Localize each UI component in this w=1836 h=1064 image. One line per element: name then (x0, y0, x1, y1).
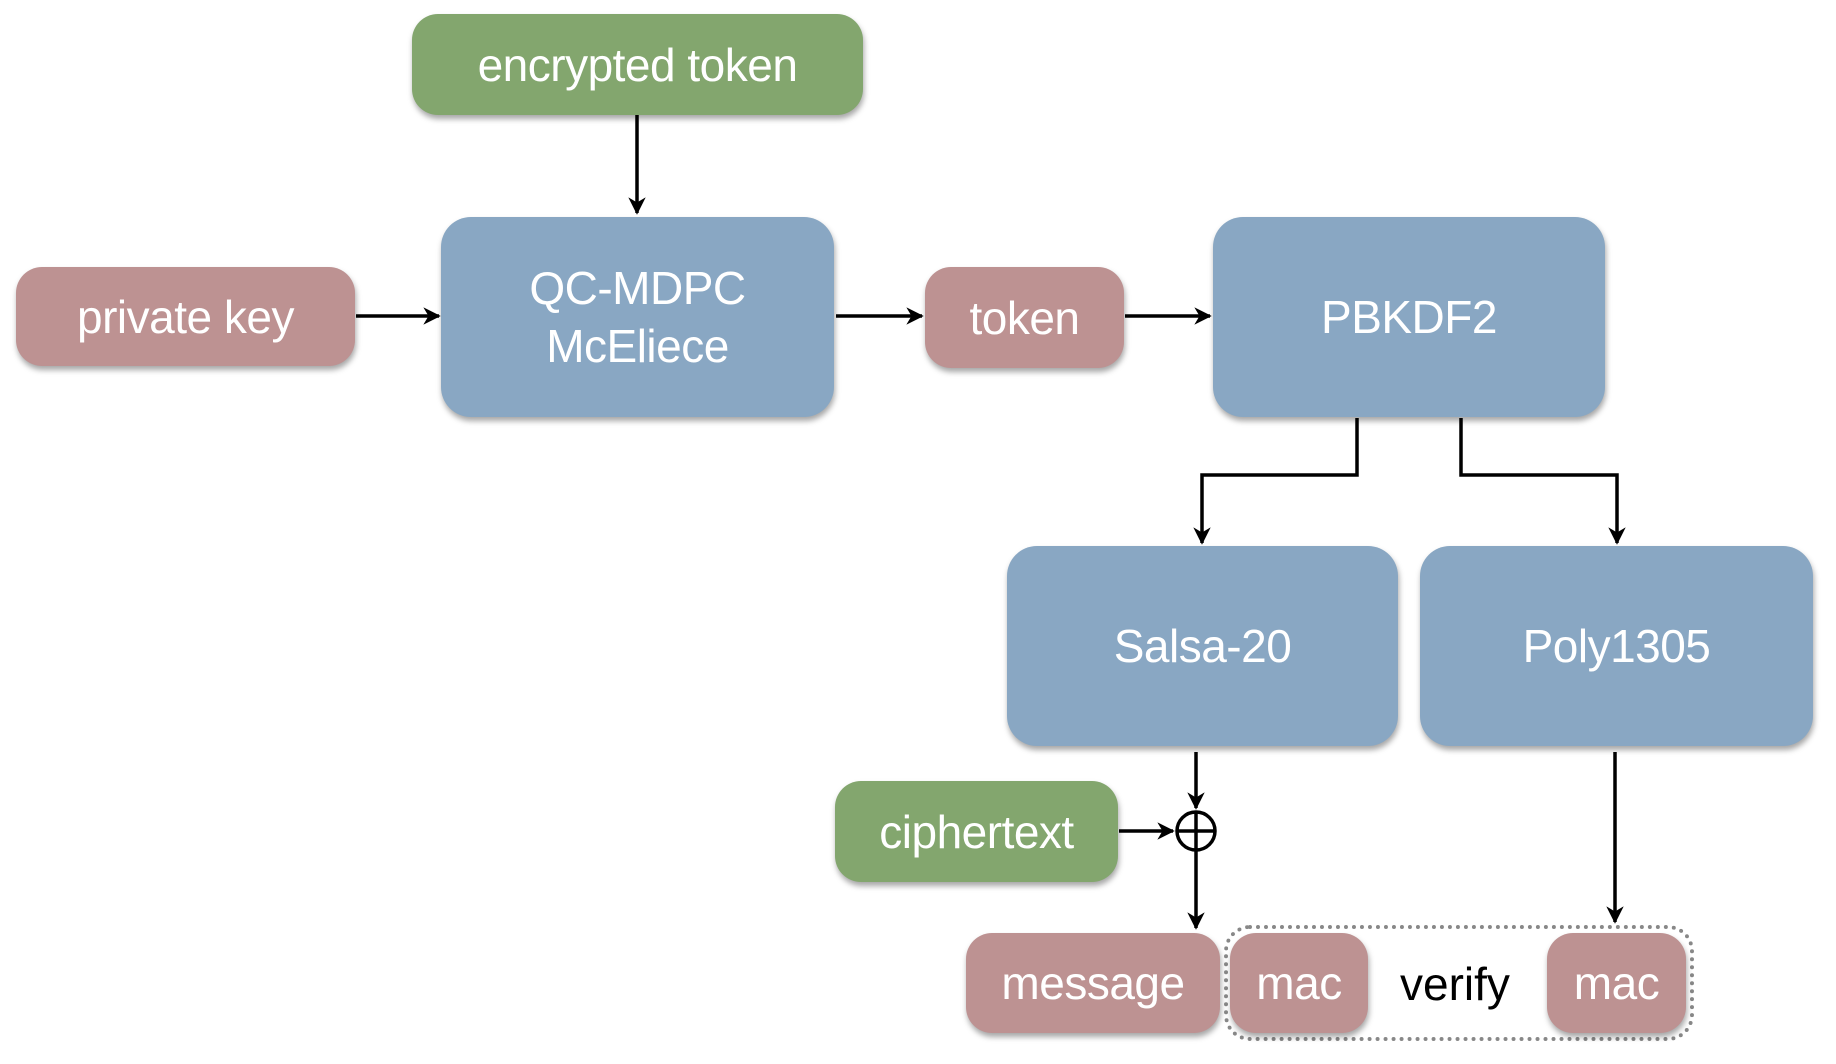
token-label: token (969, 291, 1080, 344)
poly1305-label: Poly1305 (1522, 620, 1711, 672)
message-label: message (1001, 957, 1185, 1009)
encrypted-token-node: encrypted token (412, 14, 863, 115)
pbkdf2-label: PBKDF2 (1321, 291, 1497, 343)
ciphertext-label: ciphertext (879, 805, 1074, 858)
poly1305-node: Poly1305 (1420, 546, 1813, 746)
private-key-label: private key (77, 290, 294, 343)
salsa20-label: Salsa-20 (1113, 620, 1292, 672)
mac-right-label: mac (1573, 957, 1660, 1009)
private-key-node: private key (16, 267, 355, 366)
token-node: token (925, 267, 1124, 368)
message-node: message (966, 933, 1220, 1033)
ciphertext-node: ciphertext (835, 781, 1118, 882)
qc-mdpc-label: QC-MDPC (529, 262, 746, 314)
edge-pbkdf2-to-poly1305 (1459, 418, 1626, 545)
mceliece-label: McEliece (546, 320, 729, 372)
mac-right-node: mac (1547, 933, 1686, 1033)
xor-operator (1175, 810, 1217, 852)
mac-left-label: mac (1256, 957, 1342, 1009)
mac-left-node: mac (1230, 933, 1368, 1033)
edge-pbkdf2-to-salsa20 (1193, 418, 1359, 545)
qc-mdpc-mceliece-node: QC-MDPC McEliece (441, 217, 834, 417)
edges-layer (356, 115, 1626, 930)
salsa20-node: Salsa-20 (1007, 546, 1398, 746)
verify-label: verify (1400, 958, 1510, 1010)
pbkdf2-node: PBKDF2 (1213, 217, 1605, 417)
encrypted-token-label: encrypted token (477, 38, 798, 91)
